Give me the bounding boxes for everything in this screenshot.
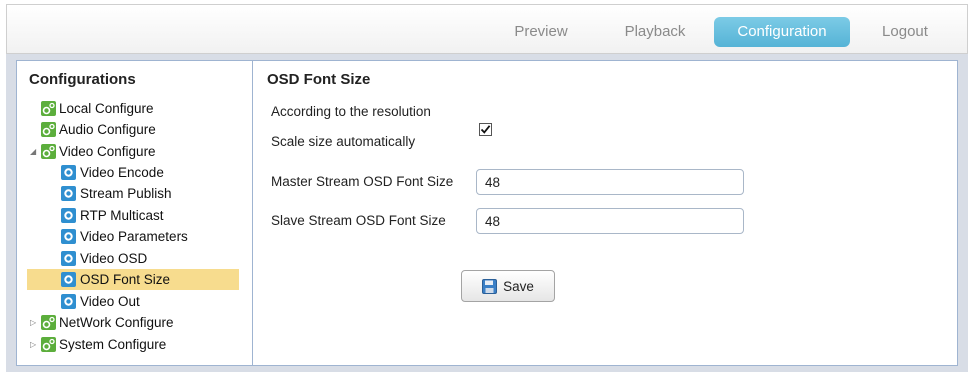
- sidebar-item-video-encode[interactable]: Video Encode: [61, 162, 164, 183]
- gear-blue-icon: [61, 294, 76, 309]
- gear-green-icon: [41, 101, 56, 116]
- save-button[interactable]: Save: [461, 270, 555, 302]
- nav-preview[interactable]: Preview: [501, 17, 581, 47]
- nav-logout[interactable]: Logout: [870, 17, 940, 47]
- checkmark-icon: [480, 125, 491, 134]
- sidebar: Configurations Local Configure Audio Con…: [17, 61, 253, 365]
- sidebar-item-label: Video Parameters: [80, 229, 188, 244]
- master-font-size-label: Master Stream OSD Font Size: [271, 174, 454, 189]
- gear-blue-icon: [61, 251, 76, 266]
- sidebar-item-system-configure[interactable]: System Configure: [41, 334, 166, 355]
- sidebar-item-label: System Configure: [59, 337, 167, 352]
- sidebar-item-label: OSD Font Size: [80, 272, 171, 287]
- auto-scale-label-line2: Scale size automatically: [271, 134, 416, 149]
- slave-font-size-label: Slave Stream OSD Font Size: [271, 213, 446, 228]
- top-nav-bar: Preview Playback Configuration Logout: [6, 4, 968, 54]
- expand-arrow-icon[interactable]: ▷: [30, 340, 39, 349]
- sidebar-item-stream-publish[interactable]: Stream Publish: [61, 183, 172, 204]
- gear-blue-icon: [61, 186, 76, 201]
- main-panel: Configurations Local Configure Audio Con…: [16, 60, 958, 366]
- gear-green-icon: [41, 144, 56, 159]
- auto-scale-label-line1: According to the resolution: [271, 104, 431, 119]
- sidebar-item-label: Video Encode: [80, 165, 164, 180]
- sidebar-item-video-osd[interactable]: Video OSD: [61, 248, 147, 269]
- sidebar-item-label: Audio Configure: [59, 122, 156, 137]
- gear-blue-icon: [61, 272, 76, 287]
- auto-scale-checkbox[interactable]: [479, 123, 492, 136]
- page-title: OSD Font Size: [267, 71, 371, 88]
- sidebar-item-label: Stream Publish: [80, 186, 172, 201]
- sidebar-item-label: RTP Multicast: [80, 208, 164, 223]
- gear-green-icon: [41, 122, 56, 137]
- floppy-disk-icon: [482, 278, 498, 294]
- expand-arrow-icon[interactable]: ▷: [30, 318, 39, 327]
- sidebar-item-label: Video Out: [80, 294, 140, 309]
- sidebar-item-label: Local Configure: [59, 101, 154, 116]
- nav-configuration[interactable]: Configuration: [714, 17, 850, 47]
- sidebar-item-video-configure[interactable]: Video Configure: [41, 141, 156, 162]
- gear-green-icon: [41, 315, 56, 330]
- sidebar-item-video-parameters[interactable]: Video Parameters: [61, 226, 188, 247]
- gear-blue-icon: [61, 208, 76, 223]
- main-frame: Configurations Local Configure Audio Con…: [6, 54, 968, 372]
- sidebar-item-video-out[interactable]: Video Out: [61, 291, 140, 312]
- sidebar-item-local-configure[interactable]: Local Configure: [41, 98, 154, 119]
- gear-blue-icon: [61, 229, 76, 244]
- sidebar-title: Configurations: [29, 71, 136, 88]
- sidebar-item-label: Video OSD: [80, 251, 148, 266]
- sidebar-item-network-configure[interactable]: NetWork Configure: [41, 312, 174, 333]
- content-panel: OSD Font Size According to the resolutio…: [253, 61, 957, 365]
- slave-font-size-input[interactable]: [476, 208, 744, 234]
- sidebar-item-rtp-multicast[interactable]: RTP Multicast: [61, 205, 164, 226]
- sidebar-item-audio-configure[interactable]: Audio Configure: [41, 119, 156, 140]
- sidebar-item-label: NetWork Configure: [59, 315, 174, 330]
- sidebar-item-osd-font-size[interactable]: OSD Font Size: [27, 269, 239, 290]
- save-button-label: Save: [503, 278, 534, 294]
- nav-playback[interactable]: Playback: [610, 17, 700, 47]
- gear-blue-icon: [61, 165, 76, 180]
- master-font-size-input[interactable]: [476, 169, 744, 195]
- gear-green-icon: [41, 337, 56, 352]
- collapse-arrow-icon[interactable]: ◢: [30, 147, 39, 156]
- sidebar-item-label: Video Configure: [59, 144, 156, 159]
